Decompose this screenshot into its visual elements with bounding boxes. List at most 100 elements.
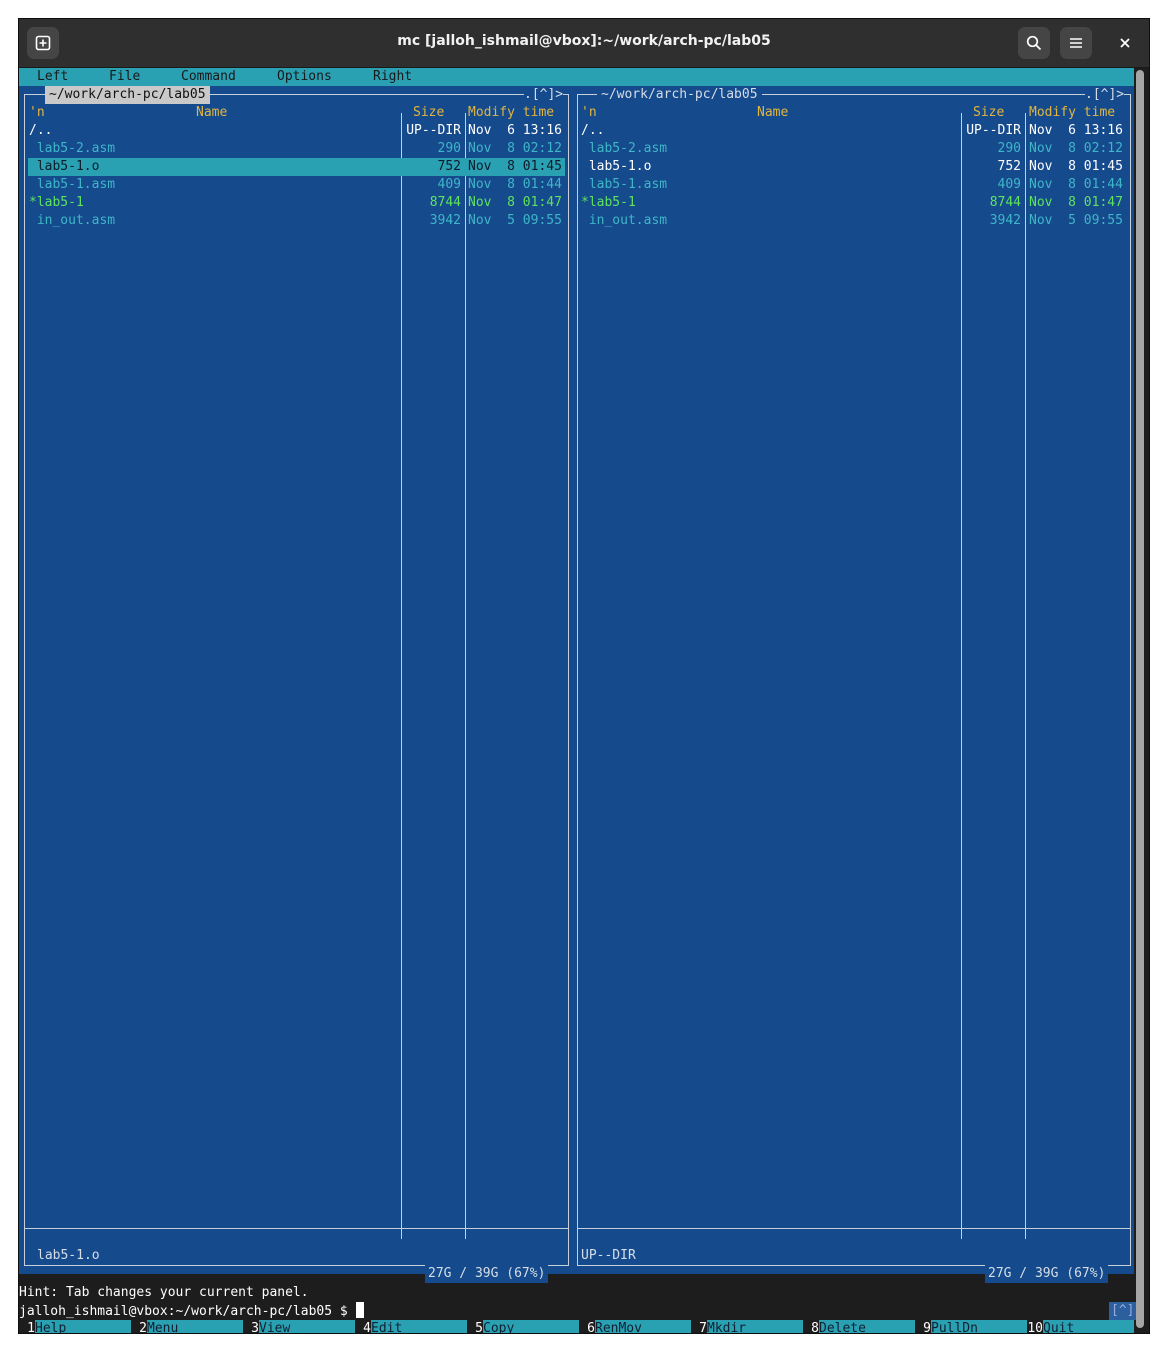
file-name: /.. (581, 123, 605, 138)
fkey-label: Edit (371, 1320, 467, 1333)
left-disk-usage: 27G / 39G (67%) (425, 1265, 549, 1283)
fkey-label: Menu (147, 1320, 243, 1333)
fkey-label: Quit (1043, 1320, 1134, 1333)
file-name: in_out.asm (581, 213, 668, 228)
file-size: 409 (437, 177, 461, 192)
fkey-delete[interactable]: 8 Delete (803, 1320, 915, 1333)
file-size: 290 (437, 141, 461, 156)
time-column-header[interactable]: Modify time (468, 104, 554, 122)
file-modify-time: Nov 6 13:16 (468, 123, 562, 138)
fkey-number: 7 (699, 1321, 707, 1333)
panel-frame (577, 94, 1131, 1266)
close-icon (1120, 38, 1130, 48)
file-size: UP--DIR (406, 123, 461, 138)
panel-indicator[interactable]: [^] (1109, 1302, 1137, 1320)
left-panel-corner[interactable]: .[^]> (524, 86, 564, 104)
sort-indicator[interactable]: 'n (581, 104, 597, 122)
shell-prompt[interactable]: jalloh_ishmail@vbox:~/work/arch-pc/lab05… (19, 1302, 364, 1320)
right-panel-corner[interactable]: .[^]> (1085, 86, 1125, 104)
file-name: lab5-1.asm (29, 177, 116, 192)
mini-status-divider (24, 1228, 569, 1229)
fkey-label: Copy (483, 1320, 579, 1333)
file-name: lab5-1.asm (581, 177, 668, 192)
file-name: lab5-2.asm (29, 141, 116, 156)
file-size: 3942 (989, 213, 1021, 228)
name-column-header[interactable]: Name (196, 104, 227, 122)
fkey-renmov[interactable]: 6 RenMov (579, 1320, 691, 1333)
panel-frame (24, 94, 569, 1266)
file-modify-time: Nov 5 09:55 (468, 213, 562, 228)
right-panel-path[interactable]: ~/work/arch-pc/lab05 (597, 86, 762, 104)
fkey-number: 1 (27, 1321, 35, 1333)
fkey-label: View (259, 1320, 355, 1333)
fkey-number: 3 (251, 1321, 259, 1333)
fkey-label: PullDn (931, 1320, 1027, 1333)
column-divider (401, 113, 402, 1239)
left-panel[interactable]: ~/work/arch-pc/lab05 .[^]> 'n Name Size … (19, 86, 572, 1283)
right-disk-usage: 27G / 39G (67%) (985, 1265, 1109, 1283)
fkey-copy[interactable]: 5 Copy (467, 1320, 579, 1333)
file-name: /.. (29, 123, 53, 138)
file-size: 8744 (429, 195, 461, 210)
file-size: 752 (997, 159, 1021, 174)
fkey-number: 4 (363, 1321, 371, 1333)
file-name: lab5-1.o (29, 159, 100, 174)
close-button[interactable] (1109, 27, 1141, 59)
fkey-label: Delete (819, 1320, 915, 1333)
terminal-scrollbar[interactable] (1136, 70, 1144, 1328)
mc-menubar: Left File Command Options Right (19, 68, 1134, 86)
file-size: 752 (437, 159, 461, 174)
file-modify-time: Nov 8 01:45 (1029, 159, 1123, 174)
file-modify-time: Nov 6 13:16 (1029, 123, 1123, 138)
file-name: lab5-2.asm (581, 141, 668, 156)
file-modify-time: Nov 8 01:44 (468, 177, 562, 192)
fkey-menu[interactable]: 2 Menu (131, 1320, 243, 1333)
function-key-bar: 1 Help 2 Menu 3 View 4 Edit 5 Copy 6 RenMov 7 Mkdir 8 D… (19, 1320, 1134, 1333)
file-modify-time: Nov 8 02:12 (1029, 141, 1123, 156)
left-mini-status: lab5-1.o (37, 1248, 100, 1263)
fkey-number: 2 (139, 1321, 147, 1333)
fkey-label: Help (35, 1320, 131, 1333)
fkey-quit[interactable]: 10 Quit (1027, 1320, 1134, 1333)
file-name: *lab5-1 (581, 195, 636, 210)
file-modify-time: Nov 5 09:55 (1029, 213, 1123, 228)
text-cursor (355, 1302, 364, 1318)
file-size: UP--DIR (966, 123, 1021, 138)
fkey-help[interactable]: 1 Help (19, 1320, 131, 1333)
menu-file[interactable]: File (109, 68, 140, 86)
file-size: 3942 (429, 213, 461, 228)
fkey-label: RenMov (595, 1320, 691, 1333)
hint-line: Hint: Tab changes your current panel. (19, 1285, 309, 1300)
terminal-window: mc [jalloh_ishmail@vbox]:~/work/arch-pc/… (19, 19, 1149, 1333)
file-size: 8744 (989, 195, 1021, 210)
right-panel[interactable]: ~/work/arch-pc/lab05 .[^]> 'n Name Size … (572, 86, 1134, 1283)
fkey-number: 6 (587, 1321, 595, 1333)
file-name: *lab5-1 (29, 195, 84, 210)
fkey-view[interactable]: 3 View (243, 1320, 355, 1333)
hamburger-menu-icon (1070, 38, 1082, 48)
menu-options[interactable]: Options (277, 68, 332, 86)
menu-left[interactable]: Left (37, 68, 68, 86)
left-panel-path[interactable]: ~/work/arch-pc/lab05 (45, 86, 210, 104)
size-column-header[interactable]: Size (413, 104, 444, 122)
menu-right[interactable]: Right (373, 68, 412, 86)
file-modify-time: Nov 8 02:12 (468, 141, 562, 156)
fkey-pulldn[interactable]: 9 PullDn (915, 1320, 1027, 1333)
search-button[interactable] (1018, 27, 1050, 59)
fkey-number: 10 (1027, 1321, 1043, 1333)
menu-command[interactable]: Command (181, 68, 236, 86)
sort-indicator[interactable]: 'n (29, 104, 45, 122)
time-column-header[interactable]: Modify time (1029, 104, 1115, 122)
column-divider (1025, 113, 1026, 1239)
fkey-number: 8 (811, 1321, 819, 1333)
size-column-header[interactable]: Size (973, 104, 1004, 122)
terminal-area[interactable]: Left File Command Options Right ~/work/a… (19, 68, 1149, 1333)
fkey-number: 9 (923, 1321, 931, 1333)
fkey-edit[interactable]: 4 Edit (355, 1320, 467, 1333)
fkey-mkdir[interactable]: 7 Mkdir (691, 1320, 803, 1333)
name-column-header[interactable]: Name (757, 104, 788, 122)
file-name: in_out.asm (29, 213, 116, 228)
fkey-label: Mkdir (707, 1320, 803, 1333)
main-menu-button[interactable] (1060, 27, 1092, 59)
file-modify-time: Nov 8 01:47 (468, 195, 562, 210)
